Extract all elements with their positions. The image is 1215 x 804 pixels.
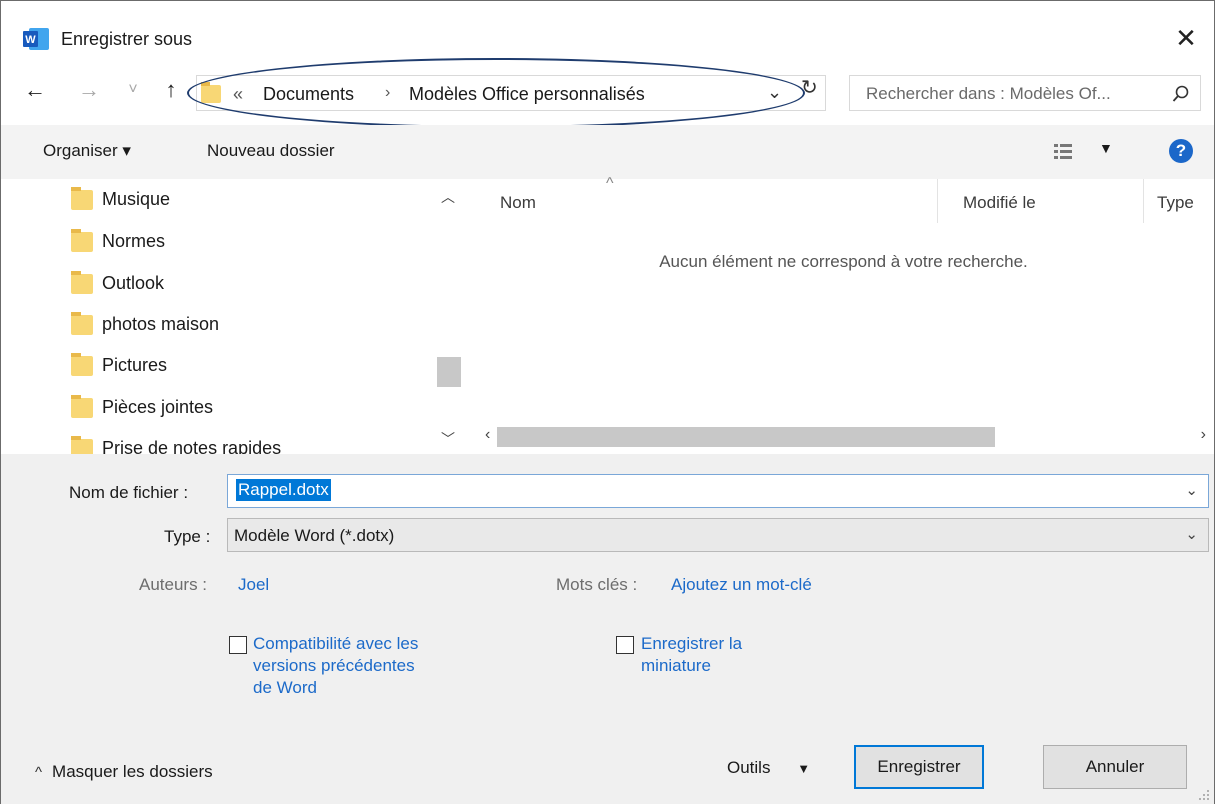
refresh-icon[interactable]: ↻ — [801, 75, 818, 100]
chevron-up-icon: ^ — [35, 764, 43, 781]
sort-ascending-icon: ^ — [606, 175, 614, 192]
resize-grip-icon[interactable] — [1198, 789, 1210, 801]
tree-item-photos-maison[interactable]: photos maison — [65, 306, 425, 342]
recent-locations-chevron-icon[interactable]: ˅ — [119, 81, 147, 99]
word-app-icon: W — [23, 28, 49, 50]
file-type-dropdown-chevron-icon[interactable]: ⌄ — [1185, 525, 1198, 543]
keywords-value[interactable]: Ajoutez un mot-clé — [671, 575, 812, 595]
list-horizontal-scrollbar[interactable]: ‹ › — [471, 424, 1215, 450]
organize-menu-button[interactable]: Organiser ▾ — [43, 141, 131, 161]
title-bar: W Enregistrer sous ✕ — [1, 1, 1214, 65]
tree-item-label: Pictures — [102, 355, 168, 375]
filename-label: Nom de fichier : — [69, 483, 189, 502]
view-dropdown-caret-icon[interactable]: ▼ — [1099, 140, 1113, 156]
folder-icon — [71, 436, 93, 454]
tools-menu-button[interactable]: Outils ▼ — [727, 758, 810, 778]
navigation-bar: ← → ˅ ↑ « Documents › Modèles Office per… — [1, 69, 1214, 117]
path-overflow-icon[interactable]: « — [233, 84, 243, 105]
authors-value[interactable]: Joel — [238, 575, 269, 595]
folder-icon — [71, 312, 93, 335]
forward-arrow-icon[interactable]: → — [75, 77, 103, 103]
filename-field[interactable]: Rappel.dotx ⌄ — [227, 474, 1209, 508]
close-icon[interactable]: ✕ — [1172, 25, 1200, 53]
tree-item-label: Pièces jointes — [102, 397, 214, 417]
keywords-label: Mots clés : — [556, 575, 638, 594]
tree-item-pieces-jointes[interactable]: Pièces jointes — [65, 389, 425, 425]
scroll-right-chevron-icon[interactable]: › — [1201, 426, 1206, 444]
save-as-dialog: W Enregistrer sous ✕ ← → ˅ ↑ « Documents… — [0, 0, 1215, 804]
save-button[interactable]: Enregistrer — [854, 745, 984, 789]
cancel-button[interactable]: Annuler — [1043, 745, 1187, 789]
scroll-up-chevron-icon[interactable]: ︿ — [441, 187, 455, 207]
file-type-select[interactable]: Modèle Word (*.dotx) ⌄ — [227, 518, 1209, 552]
view-options-icon[interactable] — [1053, 141, 1075, 163]
search-icon[interactable] — [1172, 85, 1190, 103]
scrollbar-thumb[interactable] — [437, 357, 461, 387]
filename-value[interactable]: Rappel.dotx — [236, 479, 331, 501]
scroll-down-chevron-icon[interactable]: ﹀ — [441, 429, 455, 449]
folder-icon — [71, 271, 93, 294]
tree-item-label: Musique — [102, 189, 171, 209]
breadcrumb-separator-icon[interactable]: › — [385, 84, 390, 102]
authors-label: Auteurs : — [139, 575, 208, 594]
save-thumbnail-checkbox-label[interactable]: Enregistrer la miniature — [641, 633, 742, 677]
empty-list-message: Aucun élément ne correspond à votre rech… — [659, 252, 1028, 271]
window-title: Enregistrer sous — [61, 29, 193, 49]
tree-item-label: Prise de notes rapides — [102, 438, 282, 454]
command-toolbar: Organiser ▾ Nouveau dossier ▼ ? — [1, 125, 1214, 179]
up-arrow-icon[interactable]: ↑ — [157, 77, 185, 103]
file-type-value: Modèle Word (*.dotx) — [234, 526, 395, 545]
tree-item-label: photos maison — [102, 314, 220, 334]
column-header-type[interactable]: Type — [1157, 193, 1194, 213]
tree-item-pictures[interactable]: Pictures — [65, 347, 425, 383]
address-bar[interactable]: « Documents › Modèles Office personnalis… — [196, 75, 826, 111]
new-folder-button[interactable]: Nouveau dossier — [207, 141, 335, 161]
tools-caret-icon: ▼ — [797, 761, 811, 776]
column-header-name[interactable]: Nom — [500, 193, 536, 213]
tools-label: Outils — [727, 758, 771, 777]
hide-folders-label: Masquer les dossiers — [52, 762, 213, 781]
folder-icon — [71, 229, 93, 252]
tree-item-musique[interactable]: Musique — [65, 181, 425, 217]
help-icon[interactable]: ? — [1169, 139, 1193, 163]
search-box[interactable]: Rechercher dans : Modèles Of... — [849, 75, 1201, 111]
scroll-left-chevron-icon[interactable]: ‹ — [485, 426, 490, 444]
save-options-pane: Nom de fichier : Rappel.dotx ⌄ Type : Mo… — [1, 454, 1214, 804]
folder-icon — [201, 82, 221, 103]
file-list: ^ Nom Modifié le Type Aucun élément ne c… — [471, 175, 1215, 454]
tree-vertical-scrollbar[interactable]: ︿ ﹀ — [435, 179, 461, 454]
folder-icon — [71, 395, 93, 418]
compatibility-checkbox-label[interactable]: Compatibilité avec les versions précéden… — [253, 633, 418, 699]
search-input[interactable]: Rechercher dans : Modèles Of... — [866, 84, 1111, 104]
breadcrumb-documents[interactable]: Documents — [263, 84, 354, 105]
tree-item-label: Normes — [102, 231, 166, 251]
folder-icon — [71, 353, 93, 376]
scrollbar-thumb[interactable] — [497, 427, 995, 447]
type-label: Type : — [164, 527, 211, 546]
address-dropdown-chevron-icon[interactable]: ⌄ — [767, 82, 782, 103]
filename-dropdown-chevron-icon[interactable]: ⌄ — [1185, 481, 1198, 499]
folder-icon — [71, 187, 93, 210]
tree-item-prise-de-notes[interactable]: Prise de notes rapides — [65, 430, 425, 454]
column-header-modified[interactable]: Modifié le — [963, 193, 1036, 213]
tree-item-outlook[interactable]: Outlook — [65, 265, 425, 301]
back-arrow-icon[interactable]: ← — [21, 77, 49, 103]
tree-item-normes[interactable]: Normes — [65, 223, 425, 259]
breadcrumb-custom-templates[interactable]: Modèles Office personnalisés — [409, 84, 645, 105]
hide-folders-button[interactable]: ^ Masquer les dossiers — [35, 762, 213, 782]
navigation-pane: Musique Normes Outlook photos maison Pic… — [1, 179, 463, 454]
compatibility-checkbox[interactable] — [229, 636, 247, 654]
column-divider[interactable] — [1143, 179, 1144, 223]
tree-item-label: Outlook — [102, 273, 165, 293]
save-thumbnail-checkbox[interactable] — [616, 636, 634, 654]
column-divider[interactable] — [937, 179, 938, 223]
svg-text:W: W — [25, 34, 36, 46]
